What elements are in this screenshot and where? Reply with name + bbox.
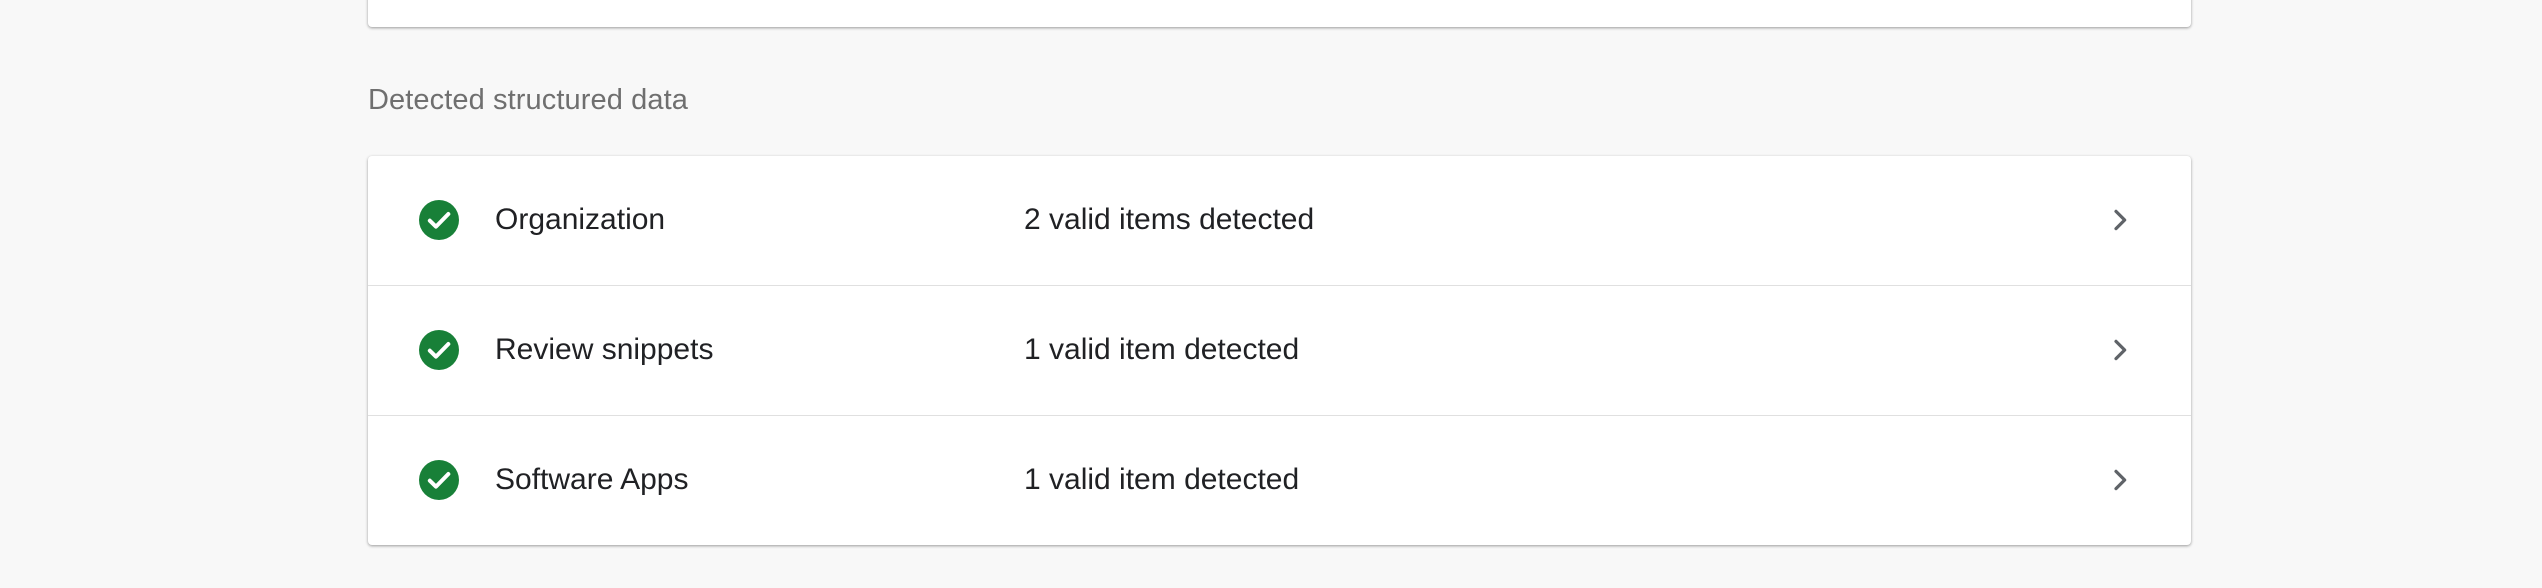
- check-circle-icon: [419, 330, 459, 370]
- chevron-right-icon[interactable]: [2104, 334, 2136, 366]
- structured-data-row-organization[interactable]: Organization 2 valid items detected: [368, 156, 2191, 286]
- structured-data-type-label: Organization: [495, 203, 666, 236]
- chevron-right-icon[interactable]: [2104, 464, 2136, 496]
- structured-data-card: Organization 2 valid items detected Revi…: [368, 156, 2191, 545]
- chevron-right-icon[interactable]: [2104, 204, 2136, 236]
- previous-section-card: [368, 0, 2191, 27]
- structured-data-type-label: Software Apps: [495, 463, 689, 496]
- structured-data-status-text: 1 valid item detected: [1024, 463, 1300, 496]
- structured-data-row-review-snippets[interactable]: Review snippets 1 valid item detected: [368, 286, 2191, 416]
- section-title: Detected structured data: [368, 84, 688, 116]
- check-circle-icon: [419, 200, 459, 240]
- check-circle-icon: [419, 460, 459, 500]
- structured-data-row-software-apps[interactable]: Software Apps 1 valid item detected: [368, 416, 2191, 545]
- structured-data-status-text: 2 valid items detected: [1024, 203, 1315, 236]
- structured-data-status-text: 1 valid item detected: [1024, 333, 1300, 366]
- structured-data-type-label: Review snippets: [495, 333, 714, 366]
